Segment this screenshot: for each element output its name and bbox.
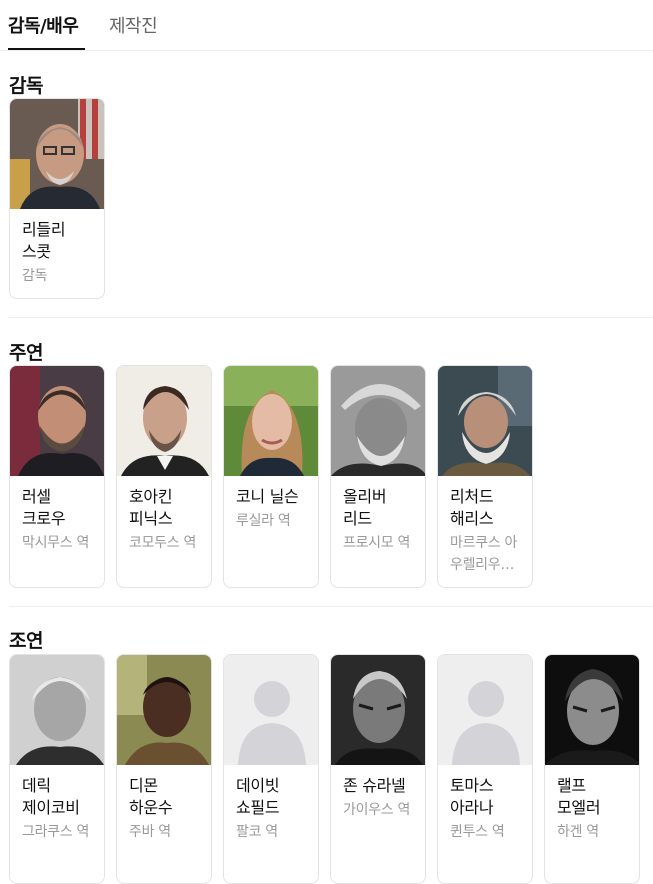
person-card[interactable]: 데릭 제이코비 그라쿠스 역 [9, 654, 105, 884]
person-role: 루실라 역 [236, 513, 291, 529]
person-name: 존 슈라넬 [343, 776, 406, 795]
person-photo [117, 655, 211, 765]
person-role: 주바 역 [129, 824, 171, 840]
section-divider [9, 606, 653, 607]
person-card[interactable]: 호아킨 피닉스 코모두스 역 [116, 365, 212, 588]
person-card[interactable]: 리처드 해리스 마르쿠스 아우렐리우스 역 [437, 365, 533, 588]
person-card[interactable]: 코니 닐슨 루실라 역 [223, 365, 319, 588]
person-card[interactable]: 데이빗 쇼필드 팔코 역 [223, 654, 319, 884]
section-title-lead: 주연 [9, 342, 43, 364]
person-role: 퀸투스 역 [450, 824, 505, 840]
tab-bar: 감독/배우 제작진 [0, 0, 653, 51]
person-role: 막시무스 역 [22, 535, 90, 551]
person-role: 가이우스 역 [343, 802, 411, 818]
person-photo [224, 366, 318, 476]
person-card[interactable]: 리들리 스콧 감독 [9, 98, 105, 299]
person-name: 호아킨 피닉스 [129, 487, 173, 528]
section-divider [9, 317, 653, 318]
person-card[interactable]: 토마스 아라나 퀸투스 역 [437, 654, 533, 884]
placeholder-avatar-icon [224, 655, 318, 765]
person-photo [10, 366, 104, 476]
person-photo [438, 366, 532, 476]
director-list: 리들리 스콧 감독 [9, 98, 105, 299]
person-role: 감독 [22, 268, 48, 284]
person-photo [331, 366, 425, 476]
person-role: 마르쿠스 아우렐리우스 역 [450, 535, 518, 573]
support-list: 데릭 제이코비 그라쿠스 역 디몬 하운수 주바 역 데이빗 쇼필드 팔코 역 … [9, 654, 640, 884]
person-role: 그라쿠스 역 [22, 824, 90, 840]
person-name: 데이빗 쇼필드 [236, 776, 280, 817]
person-card[interactable]: 디몬 하운수 주바 역 [116, 654, 212, 884]
person-role: 팔코 역 [236, 824, 278, 840]
person-name: 디몬 하운수 [129, 776, 173, 817]
person-card[interactable]: 러셀 크로우 막시무스 역 [9, 365, 105, 588]
person-name: 토마스 아라나 [450, 776, 494, 817]
person-name: 랠프 모엘러 [557, 776, 601, 817]
tab-production-crew[interactable]: 제작진 [109, 12, 158, 38]
section-title-director: 감독 [9, 75, 43, 97]
person-name: 리들리 스콧 [22, 220, 66, 261]
person-role: 코모두스 역 [129, 535, 197, 551]
person-name: 러셀 크로우 [22, 487, 66, 528]
person-name: 리처드 해리스 [450, 487, 494, 528]
person-photo [545, 655, 639, 765]
person-name: 코니 닐슨 [236, 487, 299, 506]
person-role: 프로시모 역 [343, 535, 411, 551]
tab-director-actors[interactable]: 감독/배우 [8, 12, 79, 38]
placeholder-avatar-icon [438, 655, 532, 765]
lead-list: 러셀 크로우 막시무스 역 호아킨 피닉스 코모두스 역 코니 닐슨 루실라 역… [9, 365, 533, 588]
person-photo [331, 655, 425, 765]
person-card[interactable]: 올리버 리드 프로시모 역 [330, 365, 426, 588]
person-photo [117, 366, 211, 476]
person-photo [10, 655, 104, 765]
person-card[interactable]: 존 슈라넬 가이우스 역 [330, 654, 426, 884]
person-name: 데릭 제이코비 [22, 776, 80, 817]
person-role: 하겐 역 [557, 824, 599, 840]
person-name: 올리버 리드 [343, 487, 387, 528]
section-title-support: 조연 [9, 630, 43, 652]
person-photo [10, 99, 104, 209]
active-tab-indicator [8, 48, 85, 50]
person-card[interactable]: 랠프 모엘러 하겐 역 [544, 654, 640, 884]
